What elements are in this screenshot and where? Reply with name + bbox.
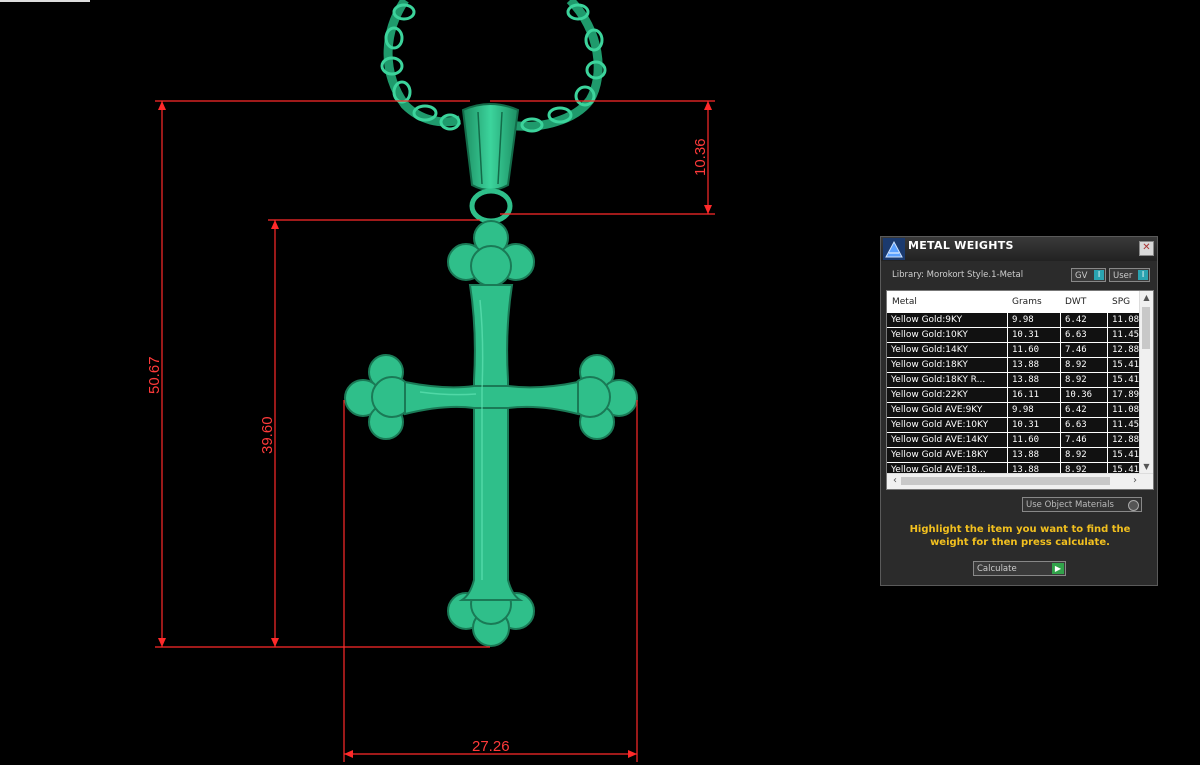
dimension-arrows	[158, 101, 712, 758]
cell-grams: 10.31	[1008, 418, 1061, 432]
scroll-right-icon[interactable]: ›	[1129, 475, 1141, 487]
cell-dwt: 6.63	[1061, 418, 1108, 432]
column-header-spg[interactable]: SPG	[1112, 297, 1130, 307]
panel-titlebar[interactable]: METAL WEIGHTS ✕	[881, 237, 1157, 261]
cell-grams: 13.88	[1008, 373, 1061, 387]
toggle-user[interactable]: User I	[1109, 268, 1150, 282]
dimension-lines	[155, 100, 715, 762]
table-row[interactable]: Yellow Gold:18KY R... 13.88 8.92 15.41	[887, 373, 1141, 388]
close-button[interactable]: ✕	[1139, 241, 1154, 256]
cell-metal: Yellow Gold AVE:14KY	[887, 433, 1008, 447]
cell-metal: Yellow Gold:22KY	[887, 388, 1008, 402]
dimension-label-cross-height: 39.60	[259, 416, 276, 454]
column-header-dwt[interactable]: DWT	[1065, 297, 1086, 307]
library-label: Library: Morokort Style.1-Metal	[892, 270, 1024, 280]
table-row[interactable]: Yellow Gold:18KY 13.88 8.92 15.41	[887, 358, 1141, 373]
cell-grams: 16.11	[1008, 388, 1061, 402]
instruction-text: Highlight the item you want to find the …	[909, 524, 1131, 548]
cell-grams: 13.88	[1008, 358, 1061, 372]
cell-dwt: 6.42	[1061, 403, 1108, 417]
scroll-up-icon[interactable]: ▲	[1141, 293, 1152, 303]
toggle-gv-label: GV	[1075, 271, 1088, 281]
cell-grams: 13.88	[1008, 448, 1061, 462]
cross-pendant	[344, 220, 638, 647]
column-header-metal[interactable]: Metal	[892, 297, 917, 307]
use-object-materials-label: Use Object Materials	[1026, 500, 1114, 510]
cell-dwt: 8.92	[1061, 448, 1108, 462]
pendant-bail	[461, 103, 520, 224]
table-row[interactable]: Yellow Gold AVE:10KY 10.31 6.63 11.45	[887, 418, 1141, 433]
cell-metal: Yellow Gold AVE:18KY	[887, 448, 1008, 462]
metal-table[interactable]: Metal Grams DWT SPG Yellow Gold:9KY 9.98 6…	[886, 290, 1154, 490]
calculator-icon	[883, 238, 905, 260]
table-row[interactable]: Yellow Gold AVE:9KY 9.98 6.42 11.08	[887, 403, 1141, 418]
cell-grams: 10.31	[1008, 328, 1061, 342]
scroll-left-icon[interactable]: ‹	[889, 475, 901, 487]
panel-title: METAL WEIGHTS	[908, 239, 1014, 252]
cell-dwt: 8.92	[1061, 358, 1108, 372]
use-object-materials-option[interactable]: Use Object Materials	[1022, 497, 1142, 512]
table-row[interactable]: Yellow Gold:9KY 9.98 6.42 11.08	[887, 313, 1141, 328]
table-row[interactable]: Yellow Gold:10KY 10.31 6.63 11.45	[887, 328, 1141, 343]
cell-metal: Yellow Gold:18KY	[887, 358, 1008, 372]
radio-icon	[1128, 500, 1139, 511]
horizontal-scrollbar[interactable]: ‹ ›	[887, 473, 1153, 489]
cell-dwt: 8.92	[1061, 373, 1108, 387]
calculate-label: Calculate	[977, 564, 1017, 574]
vertical-scroll-thumb[interactable]	[1142, 307, 1150, 349]
column-header-grams[interactable]: Grams	[1012, 297, 1042, 307]
cell-dwt: 10.36	[1061, 388, 1108, 402]
calculate-button[interactable]: Calculate ▶	[973, 561, 1066, 576]
table-row[interactable]: Yellow Gold:14KY 11.60 7.46 12.88	[887, 343, 1141, 358]
cell-dwt: 6.63	[1061, 328, 1108, 342]
cell-metal: Yellow Gold AVE:9KY	[887, 403, 1008, 417]
cell-grams: 9.98	[1008, 403, 1061, 417]
toggle-knob-icon: I	[1138, 270, 1148, 280]
close-icon: ✕	[1142, 242, 1151, 253]
cell-metal: Yellow Gold:10KY	[887, 328, 1008, 342]
cell-grams: 11.60	[1008, 433, 1061, 447]
table-row[interactable]: Yellow Gold:22KY 16.11 10.36 17.89	[887, 388, 1141, 403]
toggle-user-label: User	[1113, 271, 1133, 281]
table-rows: Yellow Gold:9KY 9.98 6.42 11.08 Yellow Gold…	[887, 313, 1141, 478]
play-icon: ▶	[1052, 563, 1064, 574]
cell-grams: 11.60	[1008, 343, 1061, 357]
table-row[interactable]: Yellow Gold AVE:14KY 11.60 7.46 12.88	[887, 433, 1141, 448]
cell-dwt: 6.42	[1061, 313, 1108, 327]
cell-dwt: 7.46	[1061, 433, 1108, 447]
toggle-knob-icon: I	[1094, 270, 1104, 280]
cell-metal: Yellow Gold:18KY R...	[887, 373, 1008, 387]
cell-grams: 9.98	[1008, 313, 1061, 327]
table-header: Metal Grams DWT SPG	[887, 291, 1141, 313]
cell-metal: Yellow Gold AVE:10KY	[887, 418, 1008, 432]
dimension-label-bail: 10.36	[692, 138, 709, 176]
vertical-scrollbar[interactable]: ▲ ▼	[1139, 291, 1153, 474]
horizontal-scroll-thumb[interactable]	[901, 477, 1110, 485]
cell-dwt: 7.46	[1061, 343, 1108, 357]
table-row[interactable]: Yellow Gold AVE:18KY 13.88 8.92 15.41	[887, 448, 1141, 463]
dimension-label-width: 27.26	[472, 738, 510, 755]
scroll-down-icon[interactable]: ▼	[1141, 462, 1152, 472]
cell-metal: Yellow Gold:14KY	[887, 343, 1008, 357]
dimension-label-total-height: 50.67	[146, 356, 163, 394]
cell-metal: Yellow Gold:9KY	[887, 313, 1008, 327]
metal-weights-panel: METAL WEIGHTS ✕ Library: Morokort Style.…	[880, 236, 1158, 586]
toggle-gv[interactable]: GV I	[1071, 268, 1106, 282]
